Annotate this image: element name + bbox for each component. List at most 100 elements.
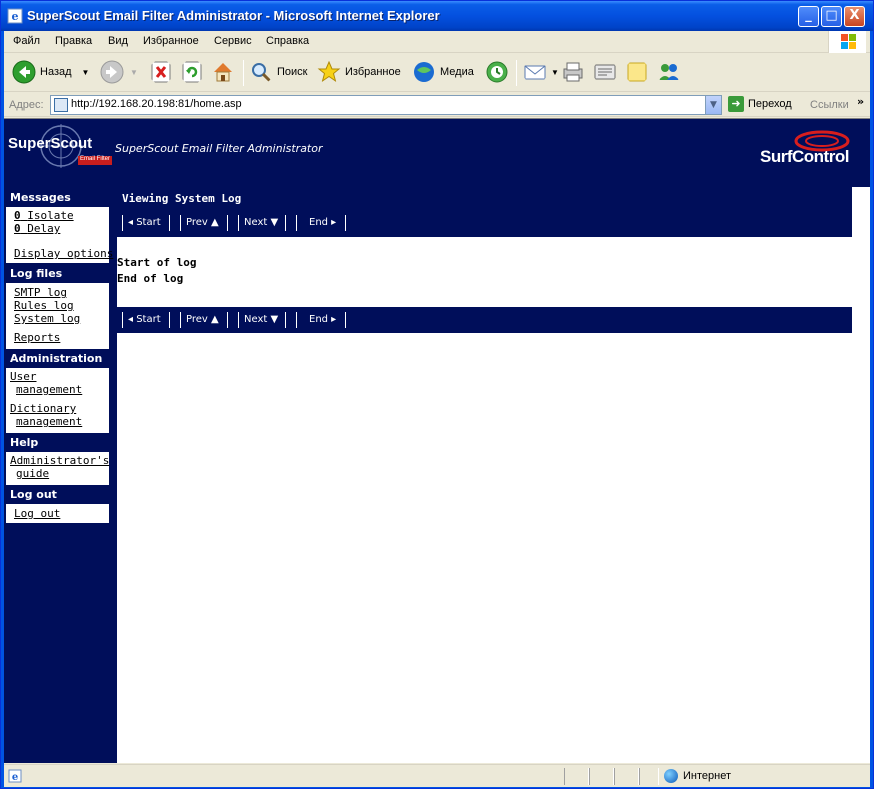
address-input[interactable] <box>71 98 691 110</box>
sidebar-panel-administration: User management Dictionary management <box>6 368 109 433</box>
toolbar-separator <box>516 60 517 86</box>
favorites-star-icon <box>317 60 341 83</box>
sidebar-panel-log-files: SMTP log Rules log System log Reports <box>6 283 109 349</box>
sidebar-item-rules-log[interactable]: Rules log <box>14 299 74 312</box>
status-pane <box>564 768 589 785</box>
status-pane <box>589 768 614 785</box>
nav-end-button-bottom[interactable]: End ▸ <box>296 312 346 328</box>
sidebar-heading-messages: Messages <box>10 191 71 204</box>
note-icon <box>627 62 647 82</box>
surfcontrol-logo: SurfControl <box>760 129 870 171</box>
user-management-line2: management <box>16 383 83 396</box>
sidebar-item-user-management[interactable]: User management <box>10 370 82 396</box>
svg-text:e: e <box>12 10 19 23</box>
maximize-button[interactable]: □ <box>821 6 842 27</box>
favorites-label: Избранное <box>345 66 401 78</box>
mail-icon <box>524 65 546 80</box>
print-button[interactable] <box>561 58 589 86</box>
back-label: Назад <box>40 66 72 78</box>
nav-start-button-bottom[interactable]: ◂ Start <box>122 312 170 328</box>
menu-file[interactable]: Файл <box>13 35 40 47</box>
stop-icon <box>151 61 171 83</box>
window-title: SuperScout Email Filter Administrator - … <box>27 8 440 23</box>
address-dropdown-icon[interactable]: ▼ <box>705 96 721 114</box>
main-content: Viewing System Log ◂ Start Prev ▲ Next ▼… <box>117 187 852 763</box>
search-label: Поиск <box>277 66 308 78</box>
nav-prev-button-bottom[interactable]: Prev ▲ <box>180 312 228 328</box>
menu-favorites[interactable]: Избранное <box>143 35 199 47</box>
forward-dropdown-icon[interactable]: ▼ <box>130 68 138 77</box>
sidebar-item-administrators-guide[interactable]: Administrator's guide <box>10 454 109 480</box>
sidebar-item-system-log[interactable]: System log <box>14 312 80 325</box>
discuss-button[interactable] <box>625 58 653 86</box>
home-button[interactable] <box>211 58 239 86</box>
superscout-logo-subtext: Email Filter <box>80 156 111 162</box>
address-field[interactable]: ▼ <box>50 95 722 115</box>
go-button[interactable]: ➜ Переход <box>728 96 792 112</box>
favorites-button[interactable]: Избранное <box>317 58 401 86</box>
sidebar-item-isolate[interactable]: 0 Isolate <box>14 209 74 222</box>
refresh-icon <box>182 61 202 83</box>
header-title: SuperScout Email Filter Administrator <box>115 142 323 155</box>
chevron-right-icon[interactable]: » <box>857 95 864 108</box>
page-status-icon: e <box>8 769 22 783</box>
close-button[interactable]: X <box>844 6 865 27</box>
address-bar: Адрес: ▼ ➜ Переход Ссылки » <box>4 93 870 117</box>
dictionary-management-line2: management <box>16 415 83 428</box>
status-pane <box>614 768 639 785</box>
nav-next-button-bottom[interactable]: Next ▼ <box>238 312 286 328</box>
sidebar-item-delay[interactable]: 0 Delay <box>14 222 60 235</box>
mail-button[interactable]: ▼ <box>523 58 559 86</box>
dictionary-management-line1: Dictionary <box>10 402 77 415</box>
nav-start-button[interactable]: ◂ Start <box>122 215 170 231</box>
nav-end-button[interactable]: End ▸ <box>296 215 346 231</box>
refresh-button[interactable] <box>180 58 208 86</box>
forward-button[interactable]: ▼ <box>100 58 138 86</box>
menu-edit[interactable]: Правка <box>55 35 92 47</box>
page-title: Viewing System Log <box>122 192 242 205</box>
back-arrow-icon <box>12 60 36 84</box>
search-icon <box>252 63 272 83</box>
nav-next-button[interactable]: Next ▼ <box>238 215 286 231</box>
log-title-bar: Viewing System Log ◂ Start Prev ▲ Next ▼… <box>117 187 852 237</box>
edit-button[interactable] <box>593 58 621 86</box>
sidebar-item-reports[interactable]: Reports <box>14 331 60 344</box>
globe-icon <box>664 769 678 783</box>
toolbar: Назад ▼ ▼ Поиск Избранное Медиа ▼ <box>4 54 870 92</box>
nav-prev-button[interactable]: Prev ▲ <box>180 215 228 231</box>
search-button[interactable]: Поиск <box>249 58 307 86</box>
media-button[interactable]: Медиа <box>412 58 474 86</box>
security-zone: Интернет <box>664 769 731 783</box>
media-icon <box>414 62 434 82</box>
history-button[interactable] <box>485 58 513 86</box>
go-arrow-icon: ➜ <box>728 96 744 112</box>
superscout-logo: SuperScout Email Filter <box>6 124 116 174</box>
superscout-logo-text: SuperScout <box>8 135 93 152</box>
minimize-button[interactable]: _ <box>798 6 819 27</box>
sidebar-item-dictionary-management[interactable]: Dictionary management <box>10 402 82 428</box>
page-header: SuperScout Email Filter SuperScout Email… <box>4 119 870 187</box>
sidebar-heading-help: Help <box>10 436 39 449</box>
links-button[interactable]: Ссылки <box>810 99 849 111</box>
sidebar-panel-messages: 0 Isolate 0 Delay Display options <box>6 207 113 263</box>
stop-button[interactable] <box>149 58 177 86</box>
menu-view[interactable]: Вид <box>108 35 128 47</box>
messenger-button[interactable] <box>657 58 685 86</box>
media-label: Медиа <box>440 66 474 78</box>
menu-help[interactable]: Справка <box>266 35 309 47</box>
guide-line2: guide <box>16 467 50 480</box>
menu-tools[interactable]: Сервис <box>214 35 252 47</box>
mail-dropdown-icon[interactable]: ▼ <box>551 68 559 77</box>
title-bar[interactable]: e SuperScout Email Filter Administrator … <box>1 1 873 31</box>
edit-document-icon <box>594 64 616 80</box>
forward-arrow-icon <box>100 60 124 84</box>
log-start-text: Start of log <box>117 256 197 269</box>
back-dropdown-icon[interactable]: ▼ <box>82 68 90 77</box>
sidebar-item-smtp-log[interactable]: SMTP log <box>14 286 67 299</box>
go-label: Переход <box>748 98 792 110</box>
sidebar-item-display-options[interactable]: Display options <box>14 247 113 260</box>
sidebar-item-log-out[interactable]: Log out <box>14 507 60 520</box>
back-button[interactable]: Назад ▼ <box>12 58 89 86</box>
sidebar: Messages 0 Isolate 0 Delay Display optio… <box>4 187 117 763</box>
isolate-label: Isolate <box>27 209 74 222</box>
